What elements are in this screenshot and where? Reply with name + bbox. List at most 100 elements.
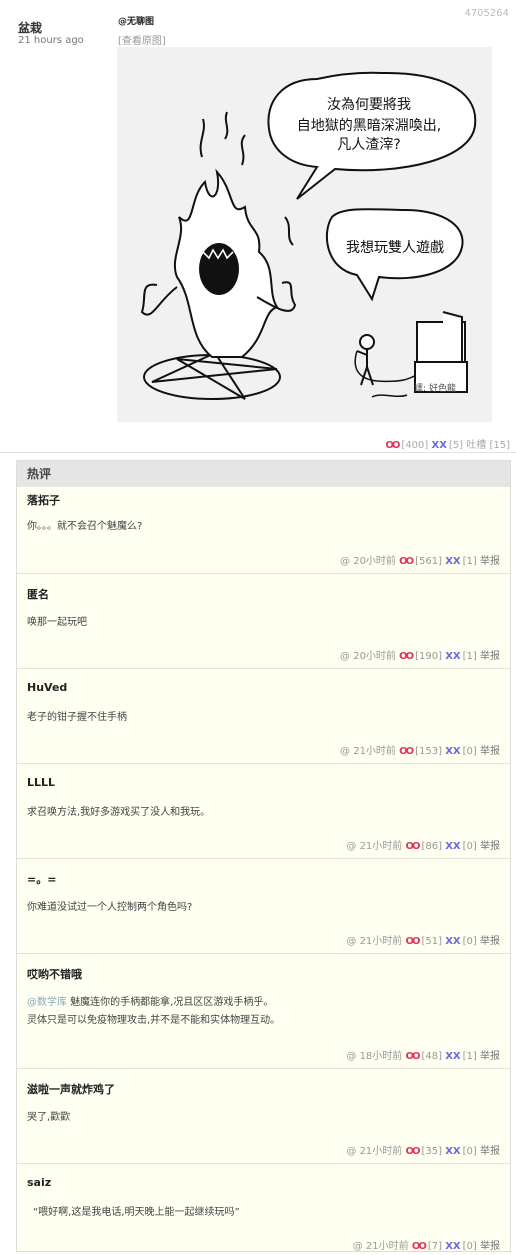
oo-icon[interactable]: OO xyxy=(399,556,414,567)
comment-xx-count: [1] xyxy=(462,651,477,662)
comment-item: saiz “喂好啊,这是我电话,明天晚上能一起继续玩吗” @ 21小时前 OO[… xyxy=(17,1164,510,1252)
xx-icon[interactable]: XX xyxy=(445,936,460,947)
comment-xx-count: [0] xyxy=(462,746,477,757)
comment-time: 21小时前 xyxy=(359,936,403,947)
reply-at-icon[interactable]: @ xyxy=(346,1051,356,1062)
comment-footer: @ 18小时前 OO [48] XX [1] 举报 xyxy=(346,1047,500,1062)
comment-text: 唤那一起玩吧 xyxy=(27,617,87,628)
comment-author[interactable]: LLLL xyxy=(27,776,55,789)
comment-oo-count: [561] xyxy=(415,556,443,567)
comment-item: LLLL 求召唤方法,我好多游戏买了没人和我玩。 @ 21小时前 OO [86] … xyxy=(17,764,510,859)
bubble1-line3: 凡人渣滓? xyxy=(337,136,400,153)
comment-footer: @ 20小时前 OO [561] XX [1] 举报 xyxy=(340,552,500,567)
comment-item: 落拓子 你。。。就不会召个魅魔么? @ 20小时前 OO [561] XX [1] … xyxy=(17,487,510,574)
comment-xx-count: [0] xyxy=(462,841,477,852)
comment-xx-count: [0] xyxy=(462,1146,477,1157)
comment-author[interactable]: 滋啦一声就炸鸡了 xyxy=(27,1081,115,1097)
report-link[interactable]: 举报 xyxy=(480,1051,500,1062)
xx-icon[interactable]: XX xyxy=(432,440,447,451)
reply-at-icon[interactable]: @ xyxy=(346,841,356,852)
comment-oo-count: [153] xyxy=(415,746,443,757)
comment-item: 哎哟不错哦 @数学库 魅魔连你的手柄都能拿,况且区区游戏手柄乎。 灵体只是可以免… xyxy=(17,954,510,1069)
comment-text: 老子的钳子握不住手柄 xyxy=(27,712,127,723)
comment-xx-count: [0] xyxy=(462,936,477,947)
hot-comments-title: 热评 xyxy=(17,461,510,487)
report-link[interactable]: 举报 xyxy=(480,1241,500,1251)
post: 盆栽 21 hours ago 4705264 @无聊图 [查看原图] 汝為何要… xyxy=(0,0,516,453)
report-link[interactable]: 举报 xyxy=(480,651,500,662)
post-votes: OO [400] XX [5] 吐槽 [15] xyxy=(385,436,510,451)
comment-xx-count: [1] xyxy=(462,556,477,567)
comment-oo-count: [190] xyxy=(415,651,443,662)
comment-author[interactable]: =。= xyxy=(27,871,56,887)
comment-author[interactable]: 哎哟不错哦 xyxy=(27,966,82,982)
comment-time: 21小时前 xyxy=(359,1146,403,1157)
report-link[interactable]: 举报 xyxy=(480,746,500,757)
comic-watermark: 譯: 好色龍 xyxy=(414,382,456,394)
comment-author[interactable]: 匿名 xyxy=(27,586,49,602)
oo-icon[interactable]: OO xyxy=(385,440,400,451)
post-time: 21 hours ago xyxy=(18,35,84,46)
oo-icon[interactable]: OO xyxy=(405,1146,420,1157)
bubble1-line1: 汝為何要將我 xyxy=(327,97,411,113)
post-oo-count: [400] xyxy=(401,440,429,451)
xx-icon[interactable]: XX xyxy=(445,1051,460,1062)
comment-oo-count: [86] xyxy=(421,841,443,852)
reply-at-icon[interactable]: @ xyxy=(346,936,356,947)
comment-oo-count: [48] xyxy=(421,1051,443,1062)
xx-icon[interactable]: XX xyxy=(445,841,460,852)
tucao-link[interactable]: 吐槽 xyxy=(466,440,486,451)
comment-text: “喂好啊,这是我电话,明天晚上能一起继续玩吗” xyxy=(33,1207,240,1218)
oo-icon[interactable]: OO xyxy=(405,936,420,947)
comment-item: 滋啦一声就炸鸡了 哭了,歡歡 @ 21小时前 OO [35] XX [0] 举报 xyxy=(17,1069,510,1164)
oo-icon[interactable]: OO xyxy=(405,841,420,852)
report-link[interactable]: 举报 xyxy=(480,1146,500,1157)
comment-text: 哭了,歡歡 xyxy=(27,1112,71,1123)
comic-image[interactable]: 汝為何要將我 自地獄的黑暗深淵喚出, 凡人渣滓? 我想玩雙人遊戲 譯: 好色龍 xyxy=(117,47,492,422)
comment-mention-link[interactable]: @数学库 xyxy=(27,997,67,1008)
xx-icon[interactable]: XX xyxy=(445,556,460,567)
comment-item: HuVed 老子的钳子握不住手柄 @ 21小时前 OO [153] XX [0] 举… xyxy=(17,669,510,764)
comment-oo-count: [51] xyxy=(421,936,443,947)
reply-at-icon[interactable]: @ xyxy=(346,1146,356,1157)
xx-icon[interactable]: XX xyxy=(445,1146,460,1157)
comment-time: 21小时前 xyxy=(353,746,396,757)
comment-time: 21小时前 xyxy=(365,1241,409,1252)
comment-footer: @ 21小时前 OO [86] XX [0] 举报 xyxy=(346,837,500,852)
oo-icon[interactable]: OO xyxy=(399,746,414,757)
reply-at-icon[interactable]: @ xyxy=(340,651,350,662)
comment-time: 20小时前 xyxy=(353,651,396,662)
comment-time: 20小时前 xyxy=(353,556,396,567)
comment-author[interactable]: HuVed xyxy=(27,681,67,694)
comment-footer: @ 21小时前 OO [35] XX [0] 举报 xyxy=(346,1142,500,1157)
oo-icon[interactable]: OO xyxy=(399,651,414,662)
reply-at-icon[interactable]: @ xyxy=(340,556,350,567)
report-link[interactable]: 举报 xyxy=(480,841,500,852)
comment-oo-count: [7] xyxy=(427,1241,443,1252)
post-author[interactable]: 盆栽 xyxy=(18,19,42,36)
oo-icon[interactable]: OO xyxy=(412,1241,427,1251)
xx-icon[interactable]: XX xyxy=(445,746,460,757)
xx-icon[interactable]: XX xyxy=(445,1241,460,1251)
reply-at-icon[interactable]: @ xyxy=(353,1241,363,1251)
comment-footer: @ 21小时前 OO [51] XX [0] 举报 xyxy=(346,932,500,947)
comment-item: 匿名 唤那一起玩吧 @ 20小时前 OO [190] XX [1] 举报 xyxy=(17,574,510,669)
post-tucao-count: [15] xyxy=(489,440,510,451)
comment-text-line2: 灵体只是可以免疫物理攻击,并不是不能和实体物理互动。 xyxy=(27,1015,281,1026)
comment-time: 18小时前 xyxy=(359,1051,403,1062)
post-id[interactable]: 4705264 xyxy=(464,8,509,19)
view-original-link[interactable]: [查看原图] xyxy=(118,32,166,47)
post-at-name: @无聊图 xyxy=(118,17,155,27)
bubble1-line2: 自地獄的黑暗深淵喚出, xyxy=(297,118,441,134)
comment-author[interactable]: 落拓子 xyxy=(27,492,60,508)
xx-icon[interactable]: XX xyxy=(445,651,460,662)
comment-xx-count: [1] xyxy=(462,1051,477,1062)
post-xx-count: [5] xyxy=(448,440,464,451)
comment-text-line1: 魅魔连你的手柄都能拿,况且区区游戏手柄乎。 xyxy=(70,997,274,1008)
oo-icon[interactable]: OO xyxy=(405,1051,420,1062)
report-link[interactable]: 举报 xyxy=(480,556,500,567)
report-link[interactable]: 举报 xyxy=(480,936,500,947)
comment-author[interactable]: saiz xyxy=(27,1176,51,1189)
comment-text: @数学库 魅魔连你的手柄都能拿,况且区区游戏手柄乎。 灵体只是可以免疫物理攻击,… xyxy=(27,994,280,1030)
reply-at-icon[interactable]: @ xyxy=(340,746,350,757)
